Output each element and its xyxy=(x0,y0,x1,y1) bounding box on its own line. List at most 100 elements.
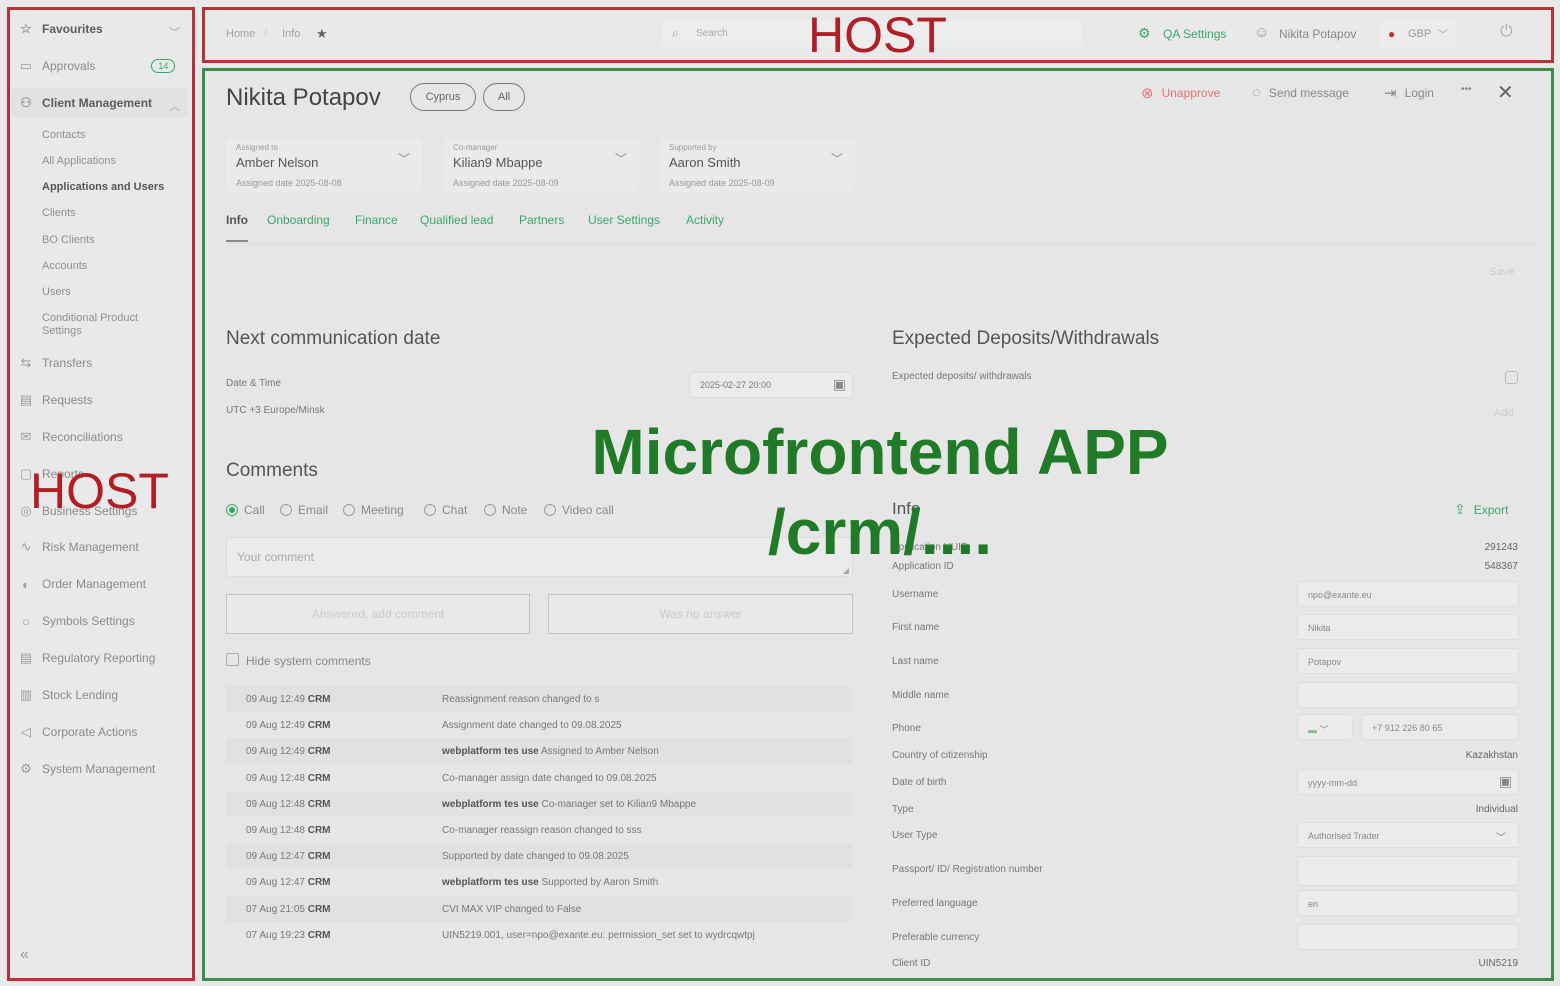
sidebar-sub-conditional-product-settings[interactable]: Conditional Product Settings xyxy=(42,312,152,338)
tab-finance[interactable]: Finance xyxy=(355,213,398,227)
tab-user-settings[interactable]: User Settings xyxy=(588,213,660,227)
table-row: 07 Aug 19:23 CRM UIN5219.001, user=npo@ex… xyxy=(226,922,852,948)
sidebar-item-label: Regulatory Reporting xyxy=(42,651,156,665)
export-button[interactable]: ⇪ Export xyxy=(1454,501,1508,518)
radio-note[interactable]: Note xyxy=(484,503,527,517)
comment-timestamp: 09 Aug 12:48 xyxy=(246,798,305,810)
unapprove-button[interactable]: ⊗ Unapprove xyxy=(1141,84,1220,102)
was-no-answer-button[interactable]: Was no answer xyxy=(548,594,853,634)
comment-text: Co-manager assign date changed to 09.08.… xyxy=(442,772,657,784)
sidebar-sub-clients[interactable]: Clients xyxy=(42,207,172,220)
sidebar-sub-bo-clients[interactable]: BO Clients xyxy=(42,234,172,247)
tab-onboarding[interactable]: Onboarding xyxy=(267,213,330,227)
sidebar-item-stock-lending[interactable]: ▥ Stock Lending xyxy=(18,685,118,705)
phone-country-select[interactable]: ▬ ﹀ xyxy=(1297,714,1353,740)
hide-system-comments-checkbox[interactable] xyxy=(226,653,239,666)
sidebar-item-transfers[interactable]: ⇆ Transfers xyxy=(18,353,93,373)
favourite-star-icon[interactable]: ★ xyxy=(316,26,328,42)
sidebar-item-requests[interactable]: ▤ Requests xyxy=(18,390,93,410)
radio-dot xyxy=(343,504,355,516)
currency-select[interactable]: ● GBP ﹀ xyxy=(1380,20,1456,48)
breadcrumb-info[interactable]: Info xyxy=(282,28,300,40)
comment-timestamp: 09 Aug 12:49 xyxy=(246,720,305,732)
info-field-date[interactable]: yyyy-mm-dd ▣ xyxy=(1297,769,1519,795)
radio-chat[interactable]: Chat xyxy=(424,503,467,517)
table-row: 09 Aug 12:48 CRM webplatform tes use Co-m… xyxy=(226,790,852,817)
comment-message: UIN5219.001, user=npo@exante.eu: permiss… xyxy=(442,930,755,941)
chevron-down-icon[interactable]: ﹀ xyxy=(169,24,180,40)
sidebar-item-reconciliations[interactable]: ✉ Reconciliations xyxy=(18,427,123,447)
sidebar-item-system-management[interactable]: ⚙ System Management xyxy=(18,759,155,779)
collapse-sidebar-icon[interactable]: « xyxy=(20,946,29,964)
info-field-input[interactable]: Potapov xyxy=(1297,648,1519,674)
info-field-value: 548367 xyxy=(1484,561,1518,572)
assigned-to-select[interactable]: Assigned to Amber Nelson Assigned date 2… xyxy=(226,138,422,192)
breadcrumb-home[interactable]: Home xyxy=(226,28,255,40)
radio-email[interactable]: Email xyxy=(280,503,328,517)
add-deposit-button[interactable]: Add xyxy=(1494,407,1514,419)
login-button[interactable]: ⇥ Login xyxy=(1384,84,1434,102)
next-communication-date-input[interactable]: 2025-02-27 20:00 ▣ xyxy=(689,372,853,398)
close-icon[interactable]: ✕ xyxy=(1497,80,1514,105)
sidebar-sub-all-applications[interactable]: All Applications xyxy=(42,155,172,168)
send-message-button[interactable]: ◌ Send message xyxy=(1252,84,1349,101)
assigned-to-label: Assigned to xyxy=(236,143,278,152)
info-field-label: Date of birth xyxy=(892,777,947,788)
answered-add-comment-button[interactable]: Answered, add comment xyxy=(226,594,530,634)
calendar-icon[interactable]: ▣ xyxy=(1499,773,1512,790)
info-field-input[interactable] xyxy=(1297,682,1519,708)
sidebar-item-symbols-settings[interactable]: ○ Symbols Settings xyxy=(18,611,135,631)
sidebar-item-label: Client Management xyxy=(42,96,153,110)
more-button[interactable]: ••• xyxy=(1461,84,1472,95)
sidebar-item-approvals[interactable]: ▭ Approvals 14 xyxy=(18,56,176,76)
comment-message: webplatform tes use Assigned to Amber Ne… xyxy=(442,746,659,757)
jurisdiction-pill[interactable]: Cyprus xyxy=(410,83,476,111)
info-field-select[interactable]: Authorised Trader ﹀ xyxy=(1297,822,1519,848)
supported-by-label: Supported by xyxy=(669,143,717,152)
table-row: 07 Aug 21:05 CRM CVI MAX VIP changed to F… xyxy=(226,895,852,922)
info-field-input[interactable]: npo@exante.eu xyxy=(1297,581,1519,607)
sidebar-item-risk-management[interactable]: ∿ Risk Management xyxy=(18,537,139,557)
expected-deposits-checkbox[interactable] xyxy=(1505,371,1518,384)
tab-qualified-lead[interactable]: Qualified lead xyxy=(420,213,493,227)
tab-info[interactable]: Info xyxy=(226,213,248,227)
phone-input[interactable]: +7 912 226 80 65 xyxy=(1361,714,1519,740)
sidebar-item-client-management[interactable]: ⚇ Client Management xyxy=(18,93,152,113)
co-manager-select[interactable]: Co-manager Kilian9 Mbappe Assigned date … xyxy=(443,138,639,192)
sidebar-sub-contacts[interactable]: Contacts xyxy=(42,129,172,142)
megaphone-icon: ◁ xyxy=(21,724,31,739)
sidebar-sub-users[interactable]: Users xyxy=(42,286,172,299)
comment-text: Assigned to Amber Nelson xyxy=(540,746,659,758)
sidebar-sub-applications-and-users[interactable]: Applications and Users xyxy=(42,181,172,194)
info-field-input[interactable]: Nikita xyxy=(1297,614,1519,640)
user-menu[interactable]: Nikita Potapov xyxy=(1279,27,1356,41)
next-communication-title: Next communication date xyxy=(226,328,441,349)
sidebar-sub-accounts[interactable]: Accounts xyxy=(42,260,172,273)
qa-settings-gear-icon: ⚙ xyxy=(1138,25,1151,41)
comment-placeholder: Your comment xyxy=(237,550,314,564)
info-field-input[interactable]: en xyxy=(1297,890,1519,916)
tab-activity[interactable]: Activity xyxy=(686,213,724,227)
info-field-textarea[interactable] xyxy=(1297,856,1519,886)
comment-source: CRM xyxy=(307,772,331,784)
supported-by-select[interactable]: Supported by Aaron Smith Assigned date 2… xyxy=(659,138,855,192)
save-button[interactable]: Save xyxy=(1489,266,1514,278)
co-manager-date: Assigned date 2025-08-09 xyxy=(453,178,559,188)
radio-meeting[interactable]: Meeting xyxy=(343,503,404,517)
comment-time: 09 Aug 12:47 CRM xyxy=(246,851,331,862)
chevron-up-icon[interactable]: ︿ xyxy=(169,98,180,114)
info-field-input-value: Potapov xyxy=(1308,657,1342,667)
power-icon[interactable]: ⏻ xyxy=(1500,23,1513,41)
tab-partners[interactable]: Partners xyxy=(519,213,564,227)
sidebar-item-corporate-actions[interactable]: ◁ Corporate Actions xyxy=(18,722,137,742)
chevron-down-icon: ﹀ xyxy=(1319,725,1329,735)
radio-call[interactable]: Call xyxy=(226,503,265,517)
sidebar-item-order-management[interactable]: ◐ Order Management xyxy=(18,574,146,594)
sidebar-item-favourites[interactable]: ☆ Favourites xyxy=(18,19,103,39)
qa-settings-link[interactable]: QA Settings xyxy=(1163,27,1226,41)
info-field-input[interactable] xyxy=(1297,924,1519,950)
sidebar-item-regulatory-reporting[interactable]: ▤ Regulatory Reporting xyxy=(18,648,156,668)
scope-pill[interactable]: All xyxy=(483,83,525,111)
calendar-icon[interactable]: ▣ xyxy=(833,376,846,393)
comment-message: Reassignment reason changed to s xyxy=(442,694,599,705)
